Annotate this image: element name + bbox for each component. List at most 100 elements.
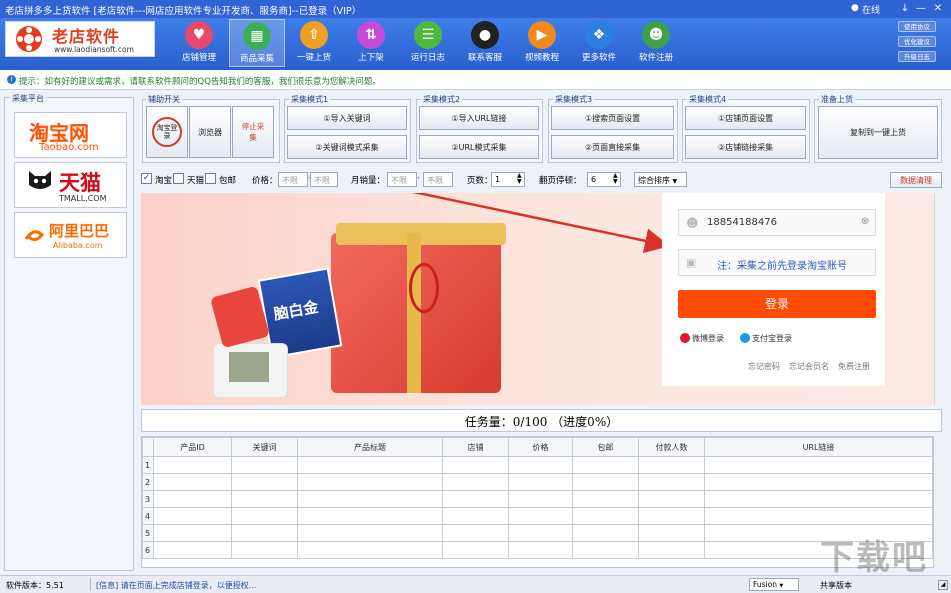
baoyou-checkbox[interactable]	[205, 173, 216, 184]
forgot-username-link[interactable]: 忘记会员名	[789, 361, 829, 372]
platform-tmall[interactable]: 天猫 TMALL.COM	[14, 162, 127, 208]
clear-input-icon[interactable]: ⊗	[861, 216, 869, 227]
platform-alibaba[interactable]: 阿里巴巴 Alibaba.com	[14, 212, 127, 258]
delay-label: 翻页停顿：	[539, 174, 582, 186]
nav-product-collect[interactable]: ▦商品采集	[229, 19, 285, 67]
close-button[interactable]: ✕	[932, 2, 944, 15]
edition-label: 共享版本	[820, 580, 852, 591]
col-payers[interactable]: 付款人数	[639, 438, 705, 457]
alipay-icon	[740, 333, 750, 343]
alibaba-logo-icon	[23, 225, 45, 245]
skin-select[interactable]: Fusion ▼	[749, 578, 799, 591]
nav-store-manage[interactable]: ♥店铺管理	[171, 19, 227, 67]
prep-label: 准备上货	[819, 94, 855, 105]
delay-spin-arrows-icon[interactable]: ▲▼	[613, 173, 618, 185]
col-product-id[interactable]: 产品ID	[154, 438, 232, 457]
col-price[interactable]: 价格	[509, 438, 573, 457]
price-max-input[interactable]: 不限	[310, 172, 338, 187]
table-row[interactable]: 2	[143, 474, 933, 491]
password-field[interactable]: ▣ 注：采集之前先登录淘宝账号	[678, 249, 876, 276]
col-free-shipping[interactable]: 包邮	[573, 438, 639, 457]
product-table[interactable]: 产品ID 关键词 产品标题 店铺 价格 包邮 付款人数 URL链接 1 2 3 …	[141, 436, 934, 568]
page-direct-collect-button[interactable]: ②页面直接采集	[551, 135, 674, 159]
user-register-icon: ☻	[642, 21, 670, 49]
chevron-down-icon: ▼	[779, 583, 783, 589]
tmall-checkbox-label: 天猫	[187, 174, 204, 186]
taobao-checkbox[interactable]: ✓	[141, 173, 152, 184]
nav-software-register[interactable]: ☻软件注册	[628, 19, 684, 67]
taobao-checkbox-label: 淘宝	[155, 174, 172, 186]
sales-min-input[interactable]: 不限	[387, 172, 417, 187]
data-clear-button[interactable]: 数据清理	[890, 172, 942, 188]
table-row[interactable]: 5	[143, 525, 933, 542]
aux-label: 辅助开关	[146, 94, 182, 105]
user-agreement-button[interactable]: 使用协议	[898, 21, 936, 32]
taobao-login-card: ☻ 18854188476 ⊗ ▣ 注：采集之前先登录淘宝账号 登录 微博登录 …	[662, 193, 885, 386]
resize-grip-icon[interactable]: ◢	[938, 580, 948, 590]
login-button[interactable]: 登录	[678, 290, 876, 318]
col-shop[interactable]: 店铺	[443, 438, 509, 457]
task-progress-text: 任务量：0/100 （进度0%）	[142, 413, 941, 430]
nav-video-tutorial[interactable]: ▶视频教程	[514, 19, 570, 67]
sales-separator: -	[417, 173, 420, 183]
col-keyword[interactable]: 关键词	[232, 438, 298, 457]
minimize-button[interactable]: —	[915, 2, 927, 15]
nav-run-log[interactable]: ☰运行日志	[400, 19, 456, 67]
play-icon: ▶	[528, 21, 556, 49]
price-min-input[interactable]: 不限	[278, 172, 308, 187]
username-field[interactable]: ☻ 18854188476 ⊗	[678, 209, 876, 236]
weibo-login-link[interactable]: 微博登录	[692, 333, 724, 344]
sales-label: 月销量：	[351, 174, 385, 186]
sales-max-input[interactable]: 不限	[423, 172, 453, 187]
search-page-setting-button[interactable]: ①搜索页面设置	[551, 106, 674, 130]
logo-url: www.laodiansoft.com	[54, 45, 134, 54]
pages-spin-arrows-icon[interactable]: ▲▼	[517, 173, 522, 185]
table-row[interactable]: 6	[143, 542, 933, 559]
browser-button[interactable]: 浏览器	[189, 106, 231, 158]
alipay-login-link[interactable]: 支付宝登录	[752, 333, 792, 344]
nav-one-click-upload[interactable]: ⇧一键上货	[286, 19, 342, 67]
status-divider	[90, 578, 91, 591]
filter-bar: ✓ 淘宝 天猫 包邮 价格： 不限 - 不限 月销量： 不限 - 不限 页数： …	[141, 170, 942, 190]
upgrade-log-button[interactable]: 升级日志	[898, 51, 936, 62]
task-progress: 任务量：0/100 （进度0%）	[141, 409, 942, 432]
shop-link-collect-button[interactable]: ②店铺链接采集	[685, 135, 806, 159]
browser-scrollbar[interactable]	[934, 193, 942, 405]
taobao-login-button[interactable]: 淘宝登录	[146, 106, 188, 158]
copy-to-upload-button[interactable]: 复制到一键上货	[818, 106, 938, 159]
register-link[interactable]: 免费注册	[838, 361, 870, 372]
status-bar: 软件版本：5.51 [信息] 请在页面上完成店铺登录，以便授权... Fusio…	[0, 575, 951, 593]
import-keyword-button[interactable]: ①导入关键词	[287, 106, 407, 130]
suggestion-button[interactable]: 优化建议	[898, 36, 936, 47]
table-row[interactable]: 1	[143, 457, 933, 474]
nav-more-software[interactable]: ❖更多软件	[571, 19, 627, 67]
online-status[interactable]: 在线	[862, 3, 880, 16]
col-url[interactable]: URL链接	[705, 438, 933, 457]
url-collect-button[interactable]: ②URL模式采集	[419, 135, 539, 159]
table-scrollbar[interactable]	[934, 436, 942, 568]
software-version: 软件版本：5.51	[6, 580, 64, 591]
lock-icon: ▣	[686, 256, 696, 269]
mode4-label: 采集模式4	[687, 94, 728, 105]
col-product-title[interactable]: 产品标题	[298, 438, 443, 457]
keyword-collect-button[interactable]: ②关键词模式采集	[287, 135, 407, 159]
nav-on-off-shelf[interactable]: ⇅上下架	[343, 19, 399, 67]
log-icon: ☰	[414, 21, 442, 49]
alibaba-logo-text: 阿里巴巴	[49, 220, 109, 241]
forgot-password-link[interactable]: 忘记密码	[748, 361, 780, 372]
price-label: 价格：	[252, 174, 278, 186]
shop-page-setting-button[interactable]: ①店铺页面设置	[685, 106, 806, 130]
platform-taobao[interactable]: 淘宝网 Taobao.com	[14, 112, 127, 158]
sort-select[interactable]: 综合排序 ▼	[634, 172, 687, 187]
tmall-checkbox[interactable]	[173, 173, 184, 184]
import-url-button[interactable]: ①导入URL链接	[419, 106, 539, 130]
nav-contact-support[interactable]: ●联系客服	[457, 19, 513, 67]
title-bar: 老店拼多多上货软件 [老店软件---网店应用软件专业开发商、服务商]--已登录（…	[0, 0, 951, 18]
row-number-header	[143, 438, 154, 457]
dropdown-icon[interactable]: ↓	[899, 2, 911, 15]
table-row[interactable]: 4	[143, 508, 933, 525]
stop-collect-button[interactable]: 停止采集	[232, 106, 274, 158]
table-row[interactable]: 3	[143, 491, 933, 508]
tmall-sub: TMALL.COM	[59, 194, 107, 203]
cart-icon: ⇅	[357, 21, 385, 49]
